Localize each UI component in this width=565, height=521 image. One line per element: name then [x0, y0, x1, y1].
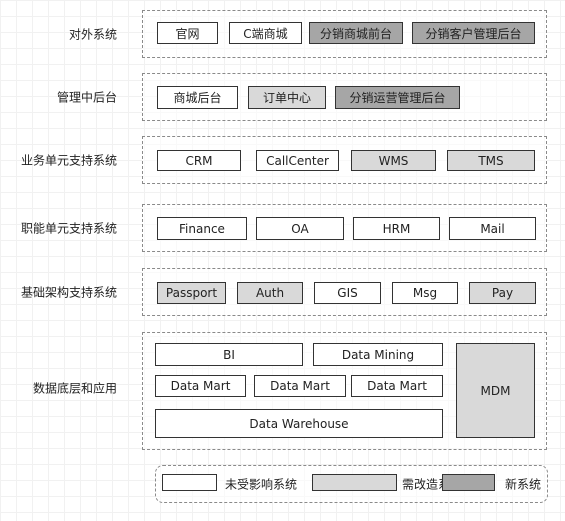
legend-label: 未受影响系统 [225, 477, 298, 492]
system-box: CallCenter [256, 150, 339, 171]
system-box: 分销运营管理后台 [335, 86, 460, 109]
legend-swatch [162, 474, 217, 491]
system-box: 官网 [157, 22, 218, 44]
system-box: 订单中心 [248, 86, 326, 109]
system-box: Mail [449, 217, 536, 240]
system-box: 商城后台 [157, 86, 238, 109]
legend-swatch [442, 474, 495, 491]
system-box: Data Mart [351, 375, 443, 397]
system-box: BI [155, 343, 303, 366]
layer-label: 基础架构支持系统 [20, 285, 117, 300]
system-box: OA [256, 217, 344, 240]
system-box: Data Warehouse [155, 409, 443, 438]
system-box: TMS [447, 150, 535, 171]
system-box: Passport [157, 282, 226, 304]
system-box: HRM [353, 217, 440, 240]
system-box: Data Mart [254, 375, 346, 397]
system-box: MDM [456, 343, 535, 438]
system-box: Msg [392, 282, 458, 304]
layer-label: 管理中后台 [56, 90, 117, 105]
system-box: Data Mart [155, 375, 246, 397]
layer-label: 数据底层和应用 [32, 381, 117, 396]
system-box: CRM [157, 150, 241, 171]
system-box: Data Mining [313, 343, 443, 366]
layer-label: 对外系统 [68, 27, 117, 42]
layer-label: 职能单元支持系统 [20, 221, 117, 236]
system-box: GIS [314, 282, 381, 304]
legend-swatch [312, 474, 397, 491]
system-box: WMS [351, 150, 436, 171]
system-box: 分销商城前台 [309, 22, 403, 44]
system-box: 分销客户管理后台 [412, 22, 535, 44]
layer-label: 业务单元支持系统 [20, 153, 117, 168]
system-box: C端商城 [229, 22, 302, 44]
system-box: Pay [469, 282, 536, 304]
system-box: Auth [237, 282, 303, 304]
legend-label: 新系统 [505, 477, 542, 492]
system-box: Finance [157, 217, 247, 240]
